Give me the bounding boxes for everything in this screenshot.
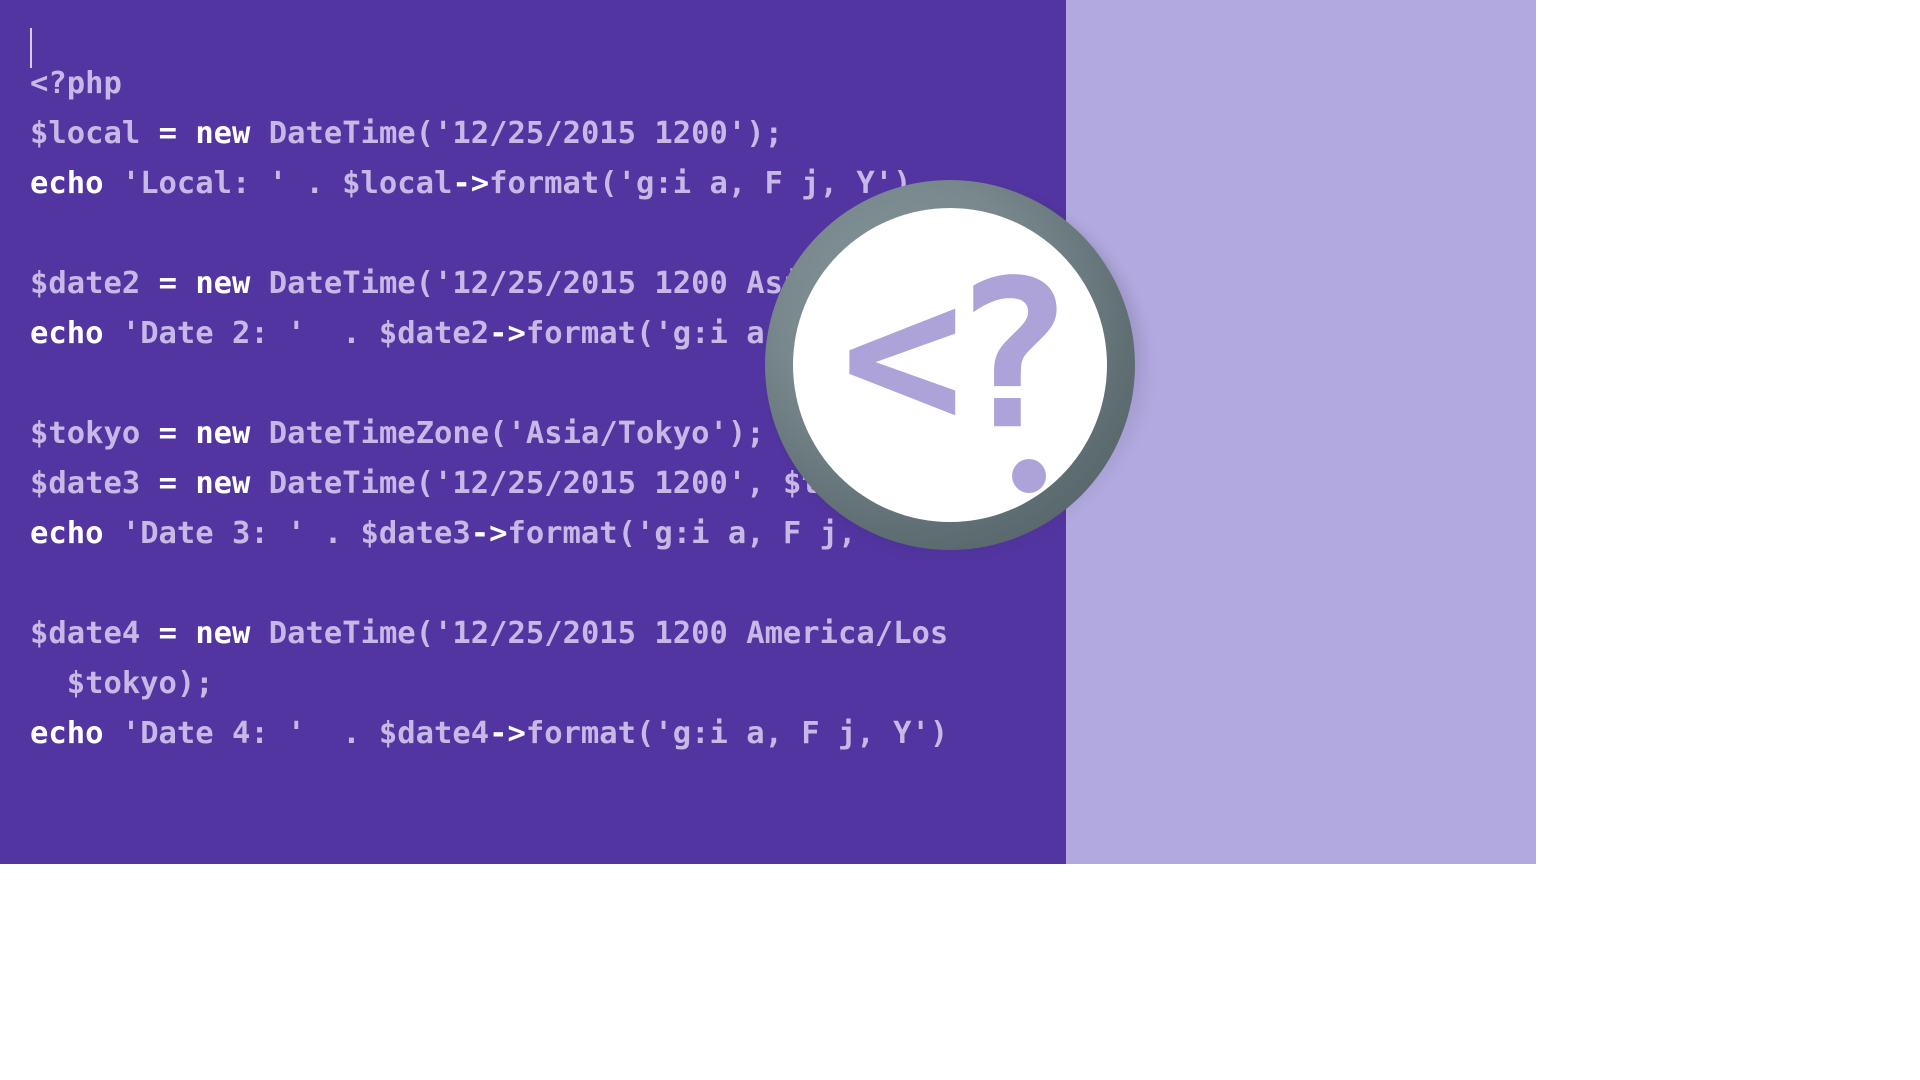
code-token: '12/25/2015 1200 Asia: [434, 266, 820, 301]
code-token: $date4: [30, 616, 140, 651]
code-token: format: [507, 516, 617, 551]
code-token: [103, 516, 121, 551]
code-token: [140, 466, 158, 501]
code-token: format: [526, 316, 636, 351]
code-token: ->: [489, 316, 526, 351]
code-token: '12/25/2015 1200': [434, 466, 746, 501]
code-token: =: [159, 416, 177, 451]
question-mark-dot-icon: [1012, 459, 1046, 493]
code-token: );: [728, 416, 765, 451]
code-token: 'Date 4: ': [122, 716, 306, 751]
code-token: =: [159, 116, 177, 151]
code-line: $local = new DateTime('12/25/2015 1200')…: [30, 116, 783, 151]
code-token: DateTime: [250, 616, 415, 651]
code-token: new: [195, 266, 250, 301]
code-token: [140, 266, 158, 301]
code-token: ->: [452, 166, 489, 201]
code-token: 'g:i a, F j, Y': [654, 716, 929, 751]
code-token: 'Date 2: ': [122, 316, 306, 351]
code-token: (: [636, 316, 654, 351]
code-token: echo: [30, 516, 103, 551]
code-token: $tokyo: [30, 416, 140, 451]
code-line: $date2 = new DateTime('12/25/2015 1200 A…: [30, 266, 820, 301]
coin-face: <?: [793, 208, 1107, 522]
code-line: $tokyo);: [30, 666, 214, 701]
code-token: (: [416, 466, 434, 501]
code-token: [177, 266, 195, 301]
code-token: DateTime: [250, 466, 415, 501]
code-token: [177, 416, 195, 451]
code-token: [103, 166, 121, 201]
code-token: (: [599, 166, 617, 201]
code-token: (: [416, 266, 434, 301]
code-line: <?php: [30, 66, 122, 101]
code-line: echo 'Date 2: ' . $date2->format('g:i a,…: [30, 316, 820, 351]
code-token: (: [618, 516, 636, 551]
code-token: ->: [471, 516, 508, 551]
code-token: [140, 416, 158, 451]
code-token: [103, 316, 121, 351]
code-token: . $local: [287, 166, 452, 201]
code-token: '12/25/2015 1200 America/Los: [434, 616, 948, 651]
code-token: =: [159, 266, 177, 301]
code-line: $date4 = new DateTime('12/25/2015 1200 A…: [30, 616, 948, 651]
code-token: DateTime: [250, 116, 415, 151]
code-token: . $date4: [305, 716, 489, 751]
code-token: $tokyo: [30, 666, 177, 701]
code-token: '12/25/2015 1200': [434, 116, 746, 151]
code-token: new: [195, 416, 250, 451]
code-token: 'Asia/Tokyo': [508, 416, 728, 451]
code-token: =: [159, 466, 177, 501]
code-token: format: [526, 716, 636, 751]
php-open-tag-icon: <?: [841, 254, 1060, 459]
code-token: echo: [30, 716, 103, 751]
code-token: =: [159, 616, 177, 651]
code-token: [140, 616, 158, 651]
code-token: [140, 116, 158, 151]
code-token: (: [636, 716, 654, 751]
code-token: new: [195, 116, 250, 151]
code-token: <?php: [30, 66, 122, 101]
code-token: (: [489, 416, 507, 451]
code-token: . $date3: [305, 516, 470, 551]
code-token: ): [930, 716, 948, 751]
code-token: format: [489, 166, 599, 201]
code-token: $date3: [30, 466, 140, 501]
code-token: 'Local: ': [122, 166, 287, 201]
code-token: 'Date 3: ': [122, 516, 306, 551]
stage: <?php $local = new DateTime('12/25/2015 …: [0, 0, 1536, 864]
code-line: echo 'Date 3: ' . $date3->format('g:i a,…: [30, 516, 856, 551]
code-token: DateTime: [250, 266, 415, 301]
code-token: (: [416, 616, 434, 651]
php-logo-coin: <?: [765, 180, 1135, 550]
code-token: );: [746, 116, 783, 151]
code-token: [177, 616, 195, 651]
code-token: echo: [30, 166, 103, 201]
code-token: $local: [30, 116, 140, 151]
code-token: [103, 716, 121, 751]
code-line: $tokyo = new DateTimeZone('Asia/Tokyo');: [30, 416, 765, 451]
code-token: );: [177, 666, 214, 701]
code-line: echo 'Date 4: ' . $date4->format('g:i a,…: [30, 716, 948, 751]
code-token: new: [195, 466, 250, 501]
code-token: new: [195, 616, 250, 651]
code-token: [177, 466, 195, 501]
code-token: . $date2: [305, 316, 489, 351]
code-line: $date3 = new DateTime('12/25/2015 1200',…: [30, 466, 820, 501]
code-token: ->: [489, 716, 526, 751]
code-token: $date2: [30, 266, 140, 301]
code-token: echo: [30, 316, 103, 351]
code-token: [177, 116, 195, 151]
code-token: (: [416, 116, 434, 151]
code-token: DateTimeZone: [250, 416, 489, 451]
